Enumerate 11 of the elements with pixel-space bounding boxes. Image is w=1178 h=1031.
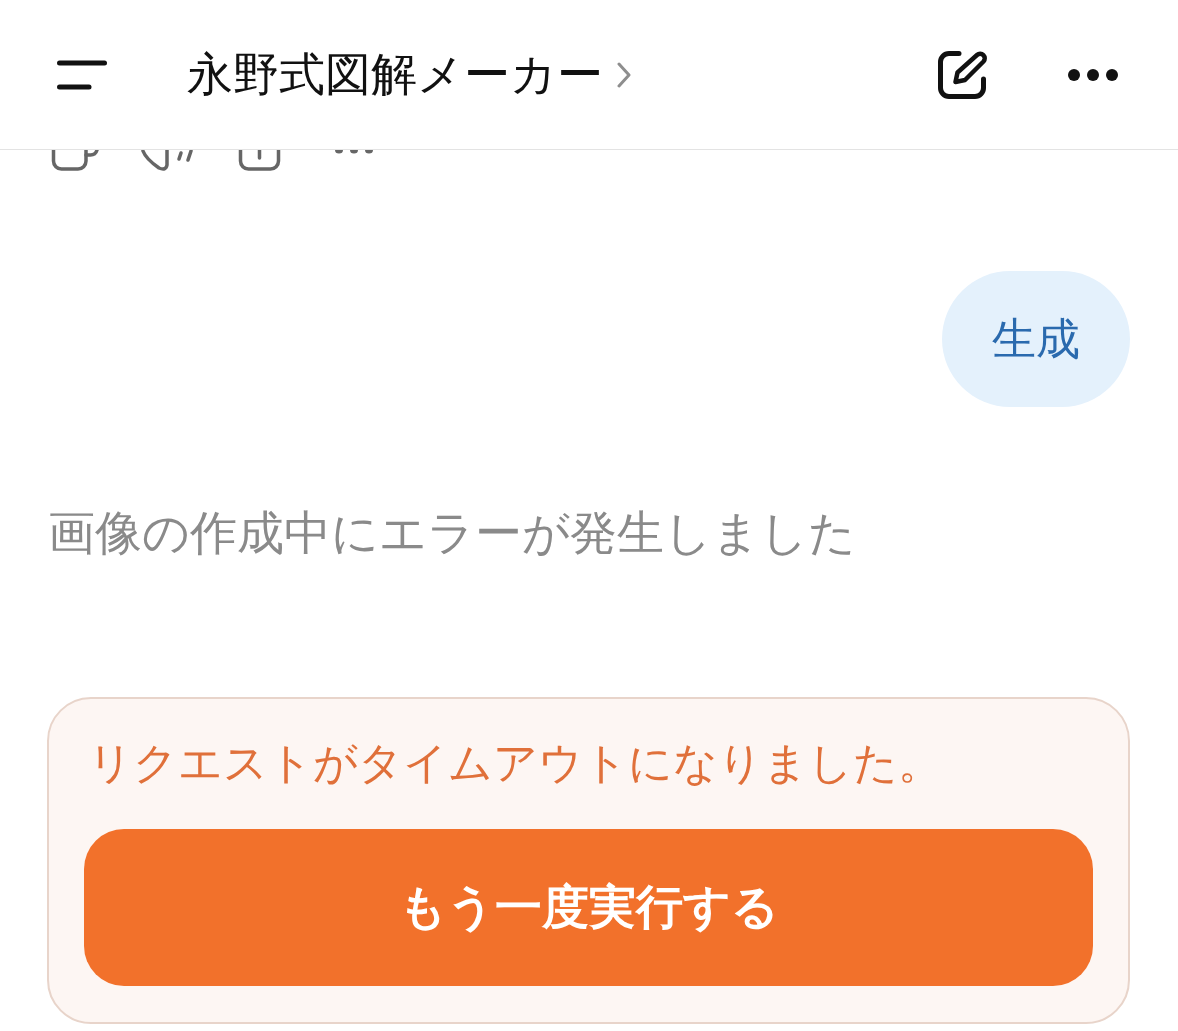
chat-title[interactable]: 永野式図解メーカー xyxy=(187,43,631,106)
assistant-message: 画像の作成中にエラーが発生しました xyxy=(48,504,857,562)
more-icon[interactable] xyxy=(1068,68,1118,81)
chevron-right-icon xyxy=(617,61,631,88)
menu-icon[interactable] xyxy=(57,59,107,90)
error-message: リクエストがタイムアウトになりました。 xyxy=(87,736,943,790)
copy-icon[interactable] xyxy=(50,150,100,172)
edit-icon[interactable] xyxy=(936,48,988,101)
speaker-icon[interactable] xyxy=(140,150,195,172)
share-icon[interactable] xyxy=(237,150,282,172)
user-message-bubble: 生成 xyxy=(942,271,1130,407)
